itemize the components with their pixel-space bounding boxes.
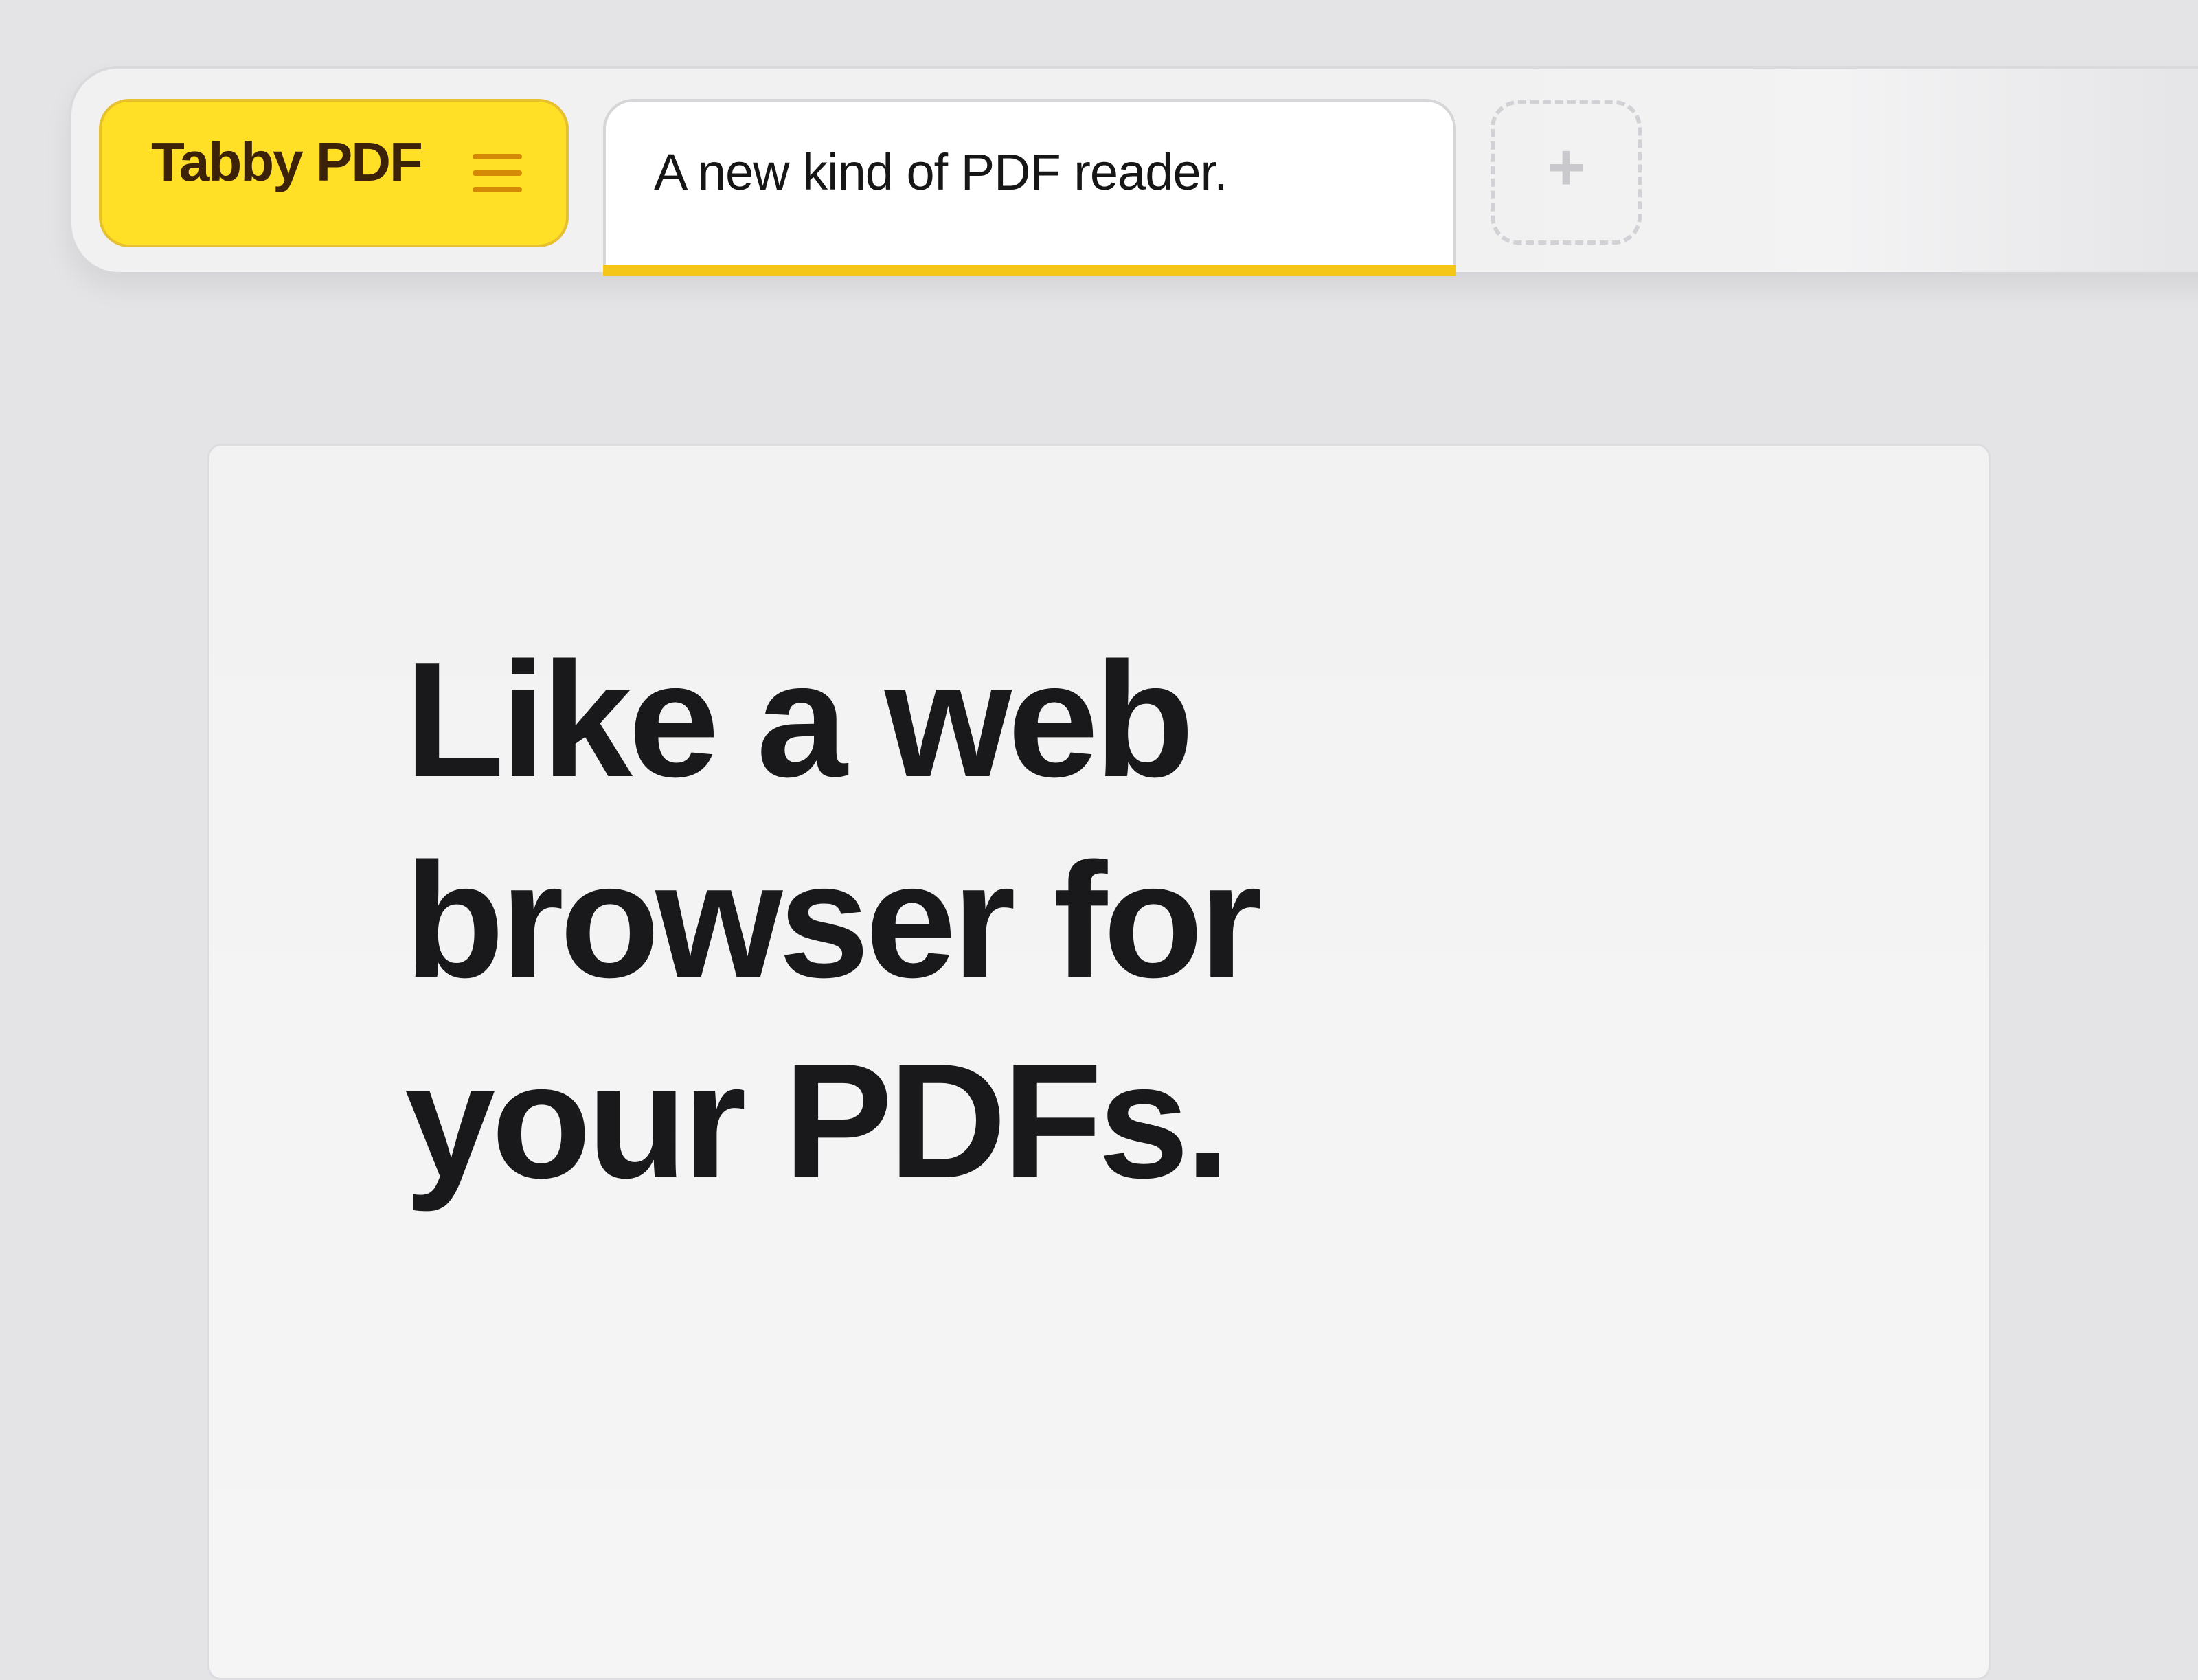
menu-icon[interactable] <box>473 151 522 195</box>
page-headline: Like a web browser for your PDFs. <box>405 629 1262 1212</box>
new-tab-button[interactable]: + <box>1491 100 1642 245</box>
brand-tab[interactable]: Tabby PDF <box>99 99 569 247</box>
active-tab-indicator <box>603 265 1456 276</box>
tab-document[interactable]: A new kind of PDF reader. <box>603 99 1456 276</box>
pdf-page: Like a web browser for your PDFs. <box>207 444 1991 1680</box>
brand-name: Tabby PDF <box>151 131 423 192</box>
plus-icon: + <box>1546 130 1586 204</box>
tab-title: A new kind of PDF reader. <box>654 144 1228 201</box>
